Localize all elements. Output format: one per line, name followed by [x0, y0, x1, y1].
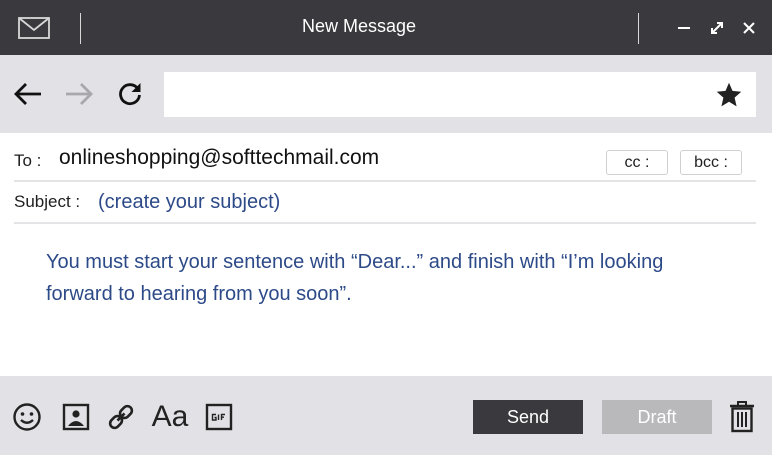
- close-button[interactable]: [739, 18, 759, 38]
- maximize-icon: [711, 22, 723, 34]
- draft-button[interactable]: Draft: [602, 400, 712, 434]
- cc-button[interactable]: cc :: [606, 150, 668, 175]
- insert-image-button[interactable]: [60, 401, 92, 433]
- delete-button[interactable]: [725, 401, 759, 433]
- back-button[interactable]: [12, 78, 44, 110]
- image-icon: [62, 403, 90, 431]
- message-body[interactable]: You must start your sentence with “Dear.…: [46, 246, 706, 310]
- to-label: To :: [14, 151, 42, 170]
- link-icon: [108, 404, 134, 430]
- emoji-icon: [13, 403, 41, 431]
- mail-icon: [18, 17, 50, 39]
- minimize-icon: [678, 27, 690, 29]
- insert-gif-button[interactable]: [203, 401, 235, 433]
- subject-label: Subject :: [14, 192, 81, 211]
- emoji-button[interactable]: [11, 401, 43, 433]
- font-format-button[interactable]: Aa: [148, 400, 192, 433]
- window-title: New Message: [301, 16, 417, 36]
- insert-link-button[interactable]: [105, 401, 137, 433]
- reload-icon: [119, 83, 141, 106]
- title-divider-right: [638, 13, 639, 44]
- trash-icon: [730, 401, 754, 433]
- to-recipient[interactable]: onlineshopping@softtechmail.com: [59, 146, 379, 170]
- url-input[interactable]: [164, 72, 756, 117]
- close-icon: [743, 22, 755, 34]
- send-button[interactable]: Send: [473, 400, 583, 434]
- maximize-button[interactable]: [707, 18, 727, 38]
- gif-icon: [205, 403, 233, 431]
- title-bar: New Message: [0, 0, 772, 55]
- subject-input[interactable]: [96, 186, 736, 218]
- minimize-button[interactable]: [674, 18, 694, 38]
- compose-toolbar: Aa Send Draft: [0, 376, 772, 455]
- navigation-bar: [0, 55, 772, 133]
- forward-button[interactable]: [63, 78, 95, 110]
- bookmark-button[interactable]: [713, 80, 745, 110]
- field-divider-to: [14, 180, 756, 182]
- bcc-button[interactable]: bcc :: [680, 150, 742, 175]
- font-icon: Aa: [151, 400, 189, 433]
- arrow-left-icon: [14, 83, 41, 105]
- reload-button[interactable]: [114, 78, 146, 110]
- field-divider-subject: [14, 222, 756, 224]
- arrow-right-icon: [66, 83, 93, 105]
- star-icon: [716, 82, 742, 107]
